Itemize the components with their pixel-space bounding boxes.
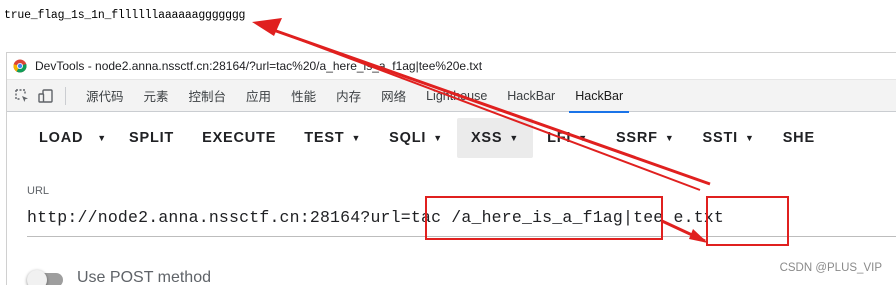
post-method-label: Use POST method	[77, 269, 211, 285]
watermark: CSDN @PLUS_VIP	[779, 262, 882, 274]
tab-network[interactable]: 网络	[371, 80, 416, 112]
arrowhead-to-flag	[252, 18, 282, 36]
tab-application[interactable]: 应用	[236, 80, 281, 112]
device-toolbar-icon[interactable]	[37, 87, 55, 105]
caret-down-icon: ▼	[351, 133, 362, 143]
caret-down-icon: ▼	[509, 133, 520, 143]
window-title: DevTools - node2.anna.nssctf.cn:28164/?u…	[35, 59, 483, 73]
ssti-label: SSTI	[702, 130, 738, 146]
sqli-label: SQLI	[389, 130, 427, 146]
tab-console[interactable]: 控制台	[179, 80, 237, 112]
url-input[interactable]: http://node2.anna.nssctf.cn:28164?url=ta…	[27, 205, 896, 237]
tab-memory[interactable]: 内存	[326, 80, 371, 112]
split-button[interactable]: SPLIT	[115, 118, 188, 158]
devtools-tabbar: 源代码 元素 控制台 应用 性能 内存 网络 Lighthouse HackBa…	[7, 80, 896, 113]
ssrf-menu-button[interactable]: SSRF ▼	[602, 118, 689, 158]
tab-elements[interactable]: 元素	[134, 80, 179, 112]
caret-down-icon: ▼	[433, 133, 443, 143]
hackbar-toolbar: LOAD ▼ SPLIT EXECUTE TEST ▼ SQLI ▼ XSS ▼ LF…	[7, 113, 896, 163]
lfi-menu-button[interactable]: LFI ▼	[533, 118, 602, 158]
xss-menu-button[interactable]: XSS ▼	[456, 118, 534, 158]
toggle-knob	[27, 270, 47, 285]
load-dropdown-caret-icon[interactable]: ▼	[97, 118, 115, 158]
url-label: URL	[27, 185, 50, 197]
caret-down-icon: ▼	[578, 133, 588, 143]
tab-separator	[65, 86, 66, 105]
caret-down-icon: ▼	[664, 133, 675, 143]
ssrf-label: SSRF	[615, 130, 658, 146]
ssti-menu-button[interactable]: SSTI ▼	[689, 118, 769, 158]
devtools-window: DevTools - node2.anna.nssctf.cn:28164/?u…	[6, 52, 896, 285]
xss-label: XSS	[470, 130, 503, 146]
execute-button[interactable]: EXECUTE	[188, 118, 290, 158]
test-menu-button[interactable]: TEST ▼	[290, 118, 375, 158]
inspect-element-icon[interactable]	[13, 87, 31, 105]
page-output-text: true_flag_1s_1n_fllllllaaaaaaggggggg	[4, 9, 246, 22]
tab-performance[interactable]: 性能	[281, 80, 326, 112]
shell-menu-button[interactable]: SHE	[769, 118, 829, 158]
tab-sources[interactable]: 源代码	[76, 80, 134, 112]
lfi-label: LFI	[547, 130, 572, 146]
post-method-toggle[interactable]	[25, 269, 65, 285]
load-button[interactable]: LOAD	[25, 118, 97, 158]
tab-hackbar-active[interactable]: HackBar	[565, 80, 633, 113]
test-label: TEST	[304, 130, 345, 146]
sqli-menu-button[interactable]: SQLI ▼	[375, 118, 457, 158]
tab-hackbar[interactable]: HackBar	[497, 80, 565, 112]
window-titlebar: DevTools - node2.anna.nssctf.cn:28164/?u…	[7, 53, 896, 80]
tab-lighthouse[interactable]: Lighthouse	[416, 80, 497, 112]
chrome-icon	[13, 59, 27, 73]
caret-down-icon: ▼	[744, 133, 755, 143]
